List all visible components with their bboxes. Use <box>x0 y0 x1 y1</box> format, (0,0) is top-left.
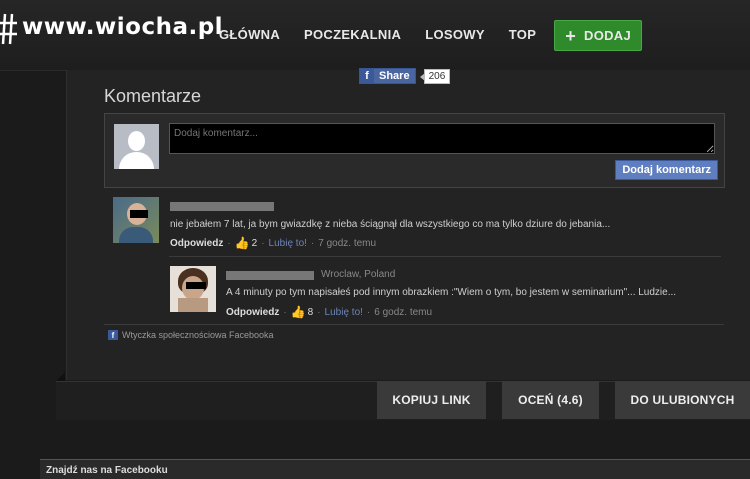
reply-link[interactable]: Odpowiedz <box>226 307 279 318</box>
top-bar: www.wiocha.pl GŁÓWNA POCZEKALNIA LOSOWY … <box>0 0 750 71</box>
share-label: Share <box>379 70 410 82</box>
comment-meta: Odpowiedz · 👍 8 · Lubię to! · 6 godz. te… <box>226 305 433 319</box>
add-button[interactable]: + DODAJ <box>554 20 643 51</box>
comment-author-redacted[interactable] <box>170 202 274 211</box>
comment-text: nie jebałem 7 lat, ja bym gwiazdkę z nie… <box>170 219 611 230</box>
comment-input[interactable] <box>169 123 715 154</box>
reply-link[interactable]: Odpowiedz <box>170 238 223 249</box>
rate-button[interactable]: OCEŃ (4.6) <box>502 381 599 419</box>
facebook-icon: f <box>108 330 118 340</box>
divider <box>104 324 724 325</box>
avatar[interactable] <box>170 266 216 312</box>
share-count: 206 <box>419 68 451 84</box>
avatar[interactable] <box>113 197 159 243</box>
hash-logo-icon <box>0 13 17 45</box>
plus-icon: + <box>565 25 576 46</box>
comment-meta: Odpowiedz · 👍 2 · Lubię to! · 7 godz. te… <box>170 236 377 250</box>
panel-corner <box>56 372 65 381</box>
facebook-icon: f <box>360 69 374 83</box>
favorite-button[interactable]: DO ULUBIONYCH <box>615 381 750 419</box>
comment-author-redacted[interactable] <box>226 271 314 280</box>
thumbs-up-icon: 👍 <box>290 305 306 319</box>
facebook-plugin-credit[interactable]: f Wtyczka społecznościowa Facebooka <box>108 330 274 340</box>
comments-title: Komentarze <box>104 86 202 106</box>
like-count: 👍 2 <box>234 236 258 250</box>
add-button-label: DODAJ <box>584 28 632 43</box>
like-link[interactable]: Lubię to! <box>269 238 307 249</box>
default-avatar <box>114 124 159 169</box>
thumbs-up-icon: 👍 <box>234 236 250 250</box>
like-link[interactable]: Lubię to! <box>325 307 363 318</box>
comment-location: Wroclaw, Poland <box>321 269 396 280</box>
nav-item-glowna[interactable]: GŁÓWNA <box>207 20 292 51</box>
comment-compose-box: Dodaj komentarz <box>104 113 725 188</box>
facebook-footer-bar[interactable]: Znajdź nas na Facebooku <box>40 459 750 479</box>
nav-item-poczekalnia[interactable]: POCZEKALNIA <box>292 20 413 51</box>
logo-text: www.wiocha.pl <box>22 14 224 40</box>
facebook-share-button[interactable]: f Share <box>359 68 416 84</box>
like-count: 👍 8 <box>290 305 314 319</box>
comment-time[interactable]: 7 godz. temu <box>318 238 376 249</box>
divider <box>169 256 721 257</box>
comment-time[interactable]: 6 godz. temu <box>374 307 432 318</box>
add-comment-button[interactable]: Dodaj komentarz <box>615 160 718 180</box>
nav-item-top[interactable]: TOP <box>497 20 548 51</box>
facebook-share: f Share 206 <box>359 68 451 84</box>
nav-item-losowy[interactable]: LOSOWY <box>413 20 497 51</box>
main-nav: GŁÓWNA POCZEKALNIA LOSOWY TOP + DODAJ <box>207 20 643 51</box>
copy-link-button[interactable]: KOPIUJ LINK <box>377 381 486 419</box>
plugin-label: Wtyczka społecznościowa Facebooka <box>122 330 274 340</box>
comment-text: A 4 minuty po tym napisałeś pod innym ob… <box>226 287 677 298</box>
